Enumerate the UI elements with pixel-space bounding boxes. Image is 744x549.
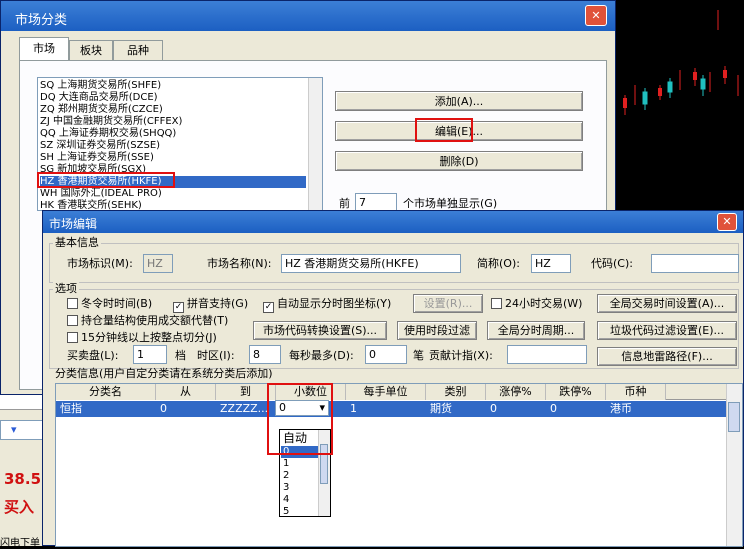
table-cell[interactable]: 0 — [156, 401, 216, 417]
edit-window: 市场编辑 ✕ 基本信息 市场标识(M): HZ 市场名称(N): HZ 香港期货… — [42, 210, 744, 547]
column-header[interactable]: 跌停% — [546, 384, 606, 400]
price-value: 38.5 — [4, 470, 42, 488]
column-header[interactable]: 类别 — [426, 384, 486, 400]
checkbox-icon — [67, 298, 78, 309]
short-name-label: 简称(O): — [477, 257, 520, 270]
list-item[interactable]: WH 国际外汇(IDEAL PRO) — [40, 188, 306, 200]
table-cell[interactable]: 港币 — [606, 401, 666, 417]
settings-button: 设置(R)... — [413, 294, 483, 313]
market-window-title: 市场分类 — [15, 13, 68, 28]
short-name-field[interactable]: HZ — [531, 254, 571, 273]
list-item[interactable]: QQ 上海证券期权交易(SHQQ) — [40, 128, 306, 140]
table-row[interactable]: 恒指 0 ZZZZZ... 1 期货 0 0 港币 — [56, 401, 728, 417]
timezone-field[interactable]: 8 — [249, 345, 281, 364]
front-label: 前 — [339, 197, 350, 210]
checkmark-icon: ✓ — [173, 302, 184, 313]
column-header[interactable]: 分类名 — [56, 384, 156, 400]
edit-window-titlebar: 市场编辑 ✕ — [43, 211, 743, 233]
table-header: 分类名从到小数位 每手单位 类别 涨停% 跌停% 币种 — [56, 384, 742, 400]
table-scrollbar[interactable] — [726, 384, 742, 546]
winter-time-checkbox[interactable]: 冬令时时间(B) — [67, 297, 152, 311]
list-item[interactable]: SH 上海证券交易所(SSE) — [40, 152, 306, 164]
checkmark-icon: ✓ — [263, 302, 274, 313]
15min-checkbox[interactable]: 15分钟线以上按整点切分(J) — [67, 331, 217, 345]
market-list[interactable]: SQ 上海期货交易所(SHFE) DQ 大连商品交易所(DCE) ZQ 郑州期货交易… — [37, 77, 323, 211]
code-label: 代码(C): — [591, 257, 633, 270]
list-item[interactable]: DQ 大连商品交易所(DCE) — [40, 92, 306, 104]
buy-label[interactable]: 买入 — [4, 496, 34, 517]
tab-market[interactable]: 市场 — [19, 37, 69, 61]
market-window-titlebar: 市场分类 ✕ — [1, 1, 615, 31]
bi-label: 笔 — [413, 349, 424, 362]
market-id-label: 市场标识(M): — [67, 257, 133, 270]
chevron-down-icon[interactable]: ▾ — [11, 423, 17, 436]
tab-variety[interactable]: 品种 — [113, 40, 163, 61]
column-header[interactable]: 每手单位 — [346, 384, 426, 400]
dropdown-option[interactable]: 3 — [281, 482, 319, 494]
list-item[interactable]: ZQ 郑州期货交易所(CZCE) — [40, 104, 306, 116]
timezone-label: 时区(I): — [197, 349, 235, 362]
chart-background — [600, 0, 744, 240]
front-count-field[interactable]: 7 — [355, 193, 397, 211]
checkbox-icon — [67, 332, 78, 343]
auto-coord-checkbox[interactable]: ✓ 自动显示分时图坐标(Y) — [263, 297, 391, 313]
market-name-field[interactable]: HZ 香港期货交易所(HKFE) — [281, 254, 461, 273]
column-header[interactable]: 从 — [156, 384, 216, 400]
global-time-button[interactable]: 全局交易时间设置(A)... — [597, 294, 737, 313]
market-name-label: 市场名称(N): — [207, 257, 272, 270]
front-suffix-label: 个市场单独显示(G) — [403, 197, 498, 210]
classify-table[interactable]: 分类名从到小数位 每手单位 类别 涨停% 跌停% 币种 恒指 0 ZZZZZ... 1 期货 0 0 港… — [55, 383, 743, 547]
column-header[interactable]: 币种 — [606, 384, 666, 400]
options-title: 选项 — [53, 282, 79, 296]
market-id-field: HZ — [143, 254, 173, 273]
flash-order-label: 闪电下单 — [0, 538, 40, 549]
candlestick-chart — [623, 10, 739, 115]
delete-button[interactable]: 删除(D) — [335, 151, 583, 171]
pinyin-checkbox[interactable]: ✓ 拼音支持(G) — [173, 297, 248, 313]
global-period-button[interactable]: 全局分时周期... — [487, 321, 585, 340]
classify-section-title: 分类信息(用户自定分类请在系统分类后添加) — [55, 367, 273, 380]
junk-filter-button[interactable]: 垃圾代码过滤设置(E)... — [597, 321, 737, 340]
close-button[interactable]: ✕ — [717, 213, 737, 231]
dropdown-option[interactable]: 1 — [281, 458, 319, 470]
24h-trade-checkbox[interactable]: 24小时交易(W) — [491, 297, 582, 311]
close-button[interactable]: ✕ — [585, 5, 607, 26]
table-cell[interactable]: 0 — [546, 401, 606, 417]
code-field[interactable] — [651, 254, 739, 273]
checkbox-icon — [67, 315, 78, 326]
buy-sell-field[interactable]: 1 — [133, 345, 167, 364]
max-per-sec-label: 每秒最多(D): — [289, 349, 354, 362]
edit-highlight — [415, 118, 473, 142]
table-cell[interactable]: 期货 — [426, 401, 486, 417]
period-filter-button[interactable]: 使用时段过滤 — [397, 321, 477, 340]
contrib-label: 贡献计指(X): — [429, 349, 493, 362]
max-per-sec-field[interactable]: 0 — [365, 345, 407, 364]
tab-sector[interactable]: 板块 — [69, 40, 113, 61]
tier-label: 档 — [175, 349, 186, 362]
position-struct-checkbox[interactable]: 持仓量结构使用成交额代替(T) — [67, 314, 228, 328]
table-cell[interactable]: 0 — [486, 401, 546, 417]
list-scrollbar[interactable] — [308, 78, 322, 210]
dropdown-highlight — [267, 383, 333, 455]
info-mine-button[interactable]: 信息地雷路径(F)... — [597, 347, 737, 366]
list-item[interactable]: ZJ 中国金融期货交易所(CFFEX) — [40, 116, 306, 128]
buy-sell-label: 买卖盘(L): — [67, 349, 119, 362]
add-button[interactable]: 添加(A)... — [335, 91, 583, 111]
column-header[interactable]: 涨停% — [486, 384, 546, 400]
dropdown-option[interactable]: 4 — [281, 494, 319, 506]
edit-window-title: 市场编辑 — [49, 217, 98, 231]
basic-info-title: 基本信息 — [53, 236, 101, 250]
list-item[interactable]: SZ 深圳证券交易所(SZSE) — [40, 140, 306, 152]
dropdown-option[interactable]: 5 — [281, 506, 319, 516]
checkbox-icon — [491, 298, 502, 309]
table-cell[interactable]: 恒指 — [56, 401, 156, 417]
dropdown-option[interactable]: 2 — [281, 470, 319, 482]
code-convert-button[interactable]: 市场代码转换设置(S)... — [253, 321, 387, 340]
contrib-field[interactable] — [507, 345, 587, 364]
selection-highlight — [37, 172, 175, 188]
list-item[interactable]: SQ 上海期货交易所(SHFE) — [40, 80, 306, 92]
table-cell[interactable]: 1 — [346, 401, 426, 417]
